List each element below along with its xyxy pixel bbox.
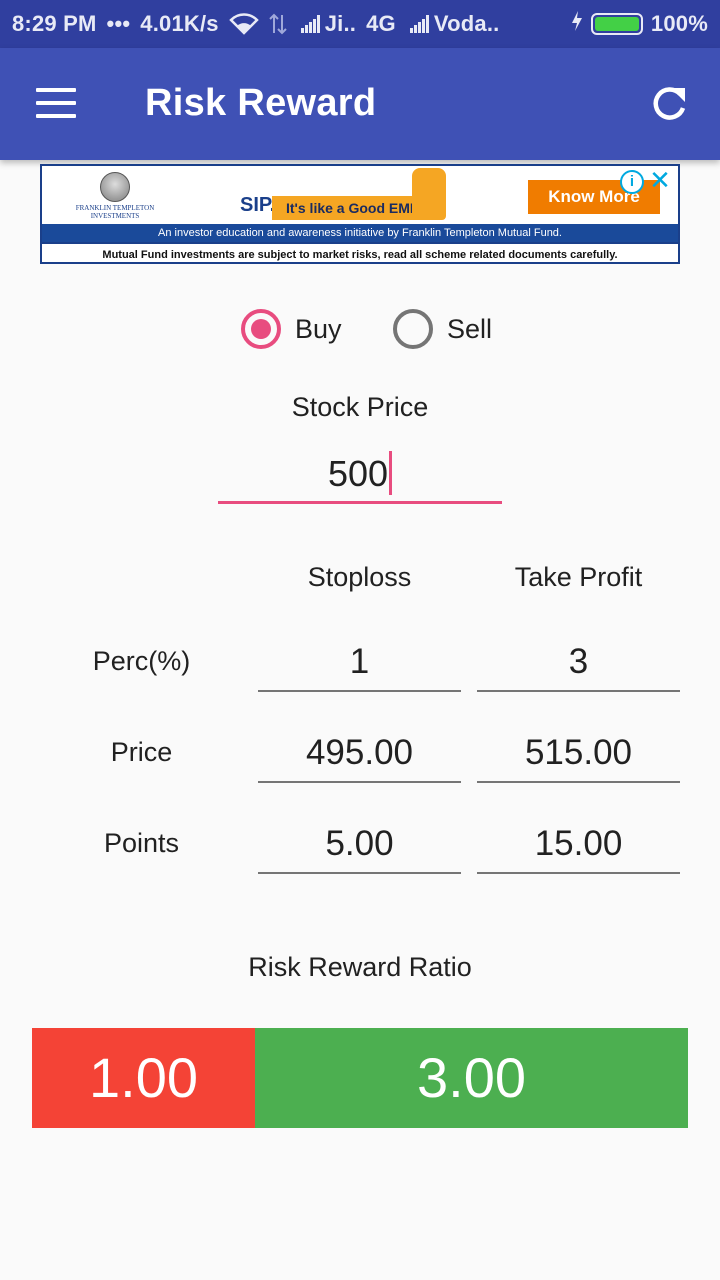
app-title: Risk Reward [145, 82, 377, 124]
points-row-label: Points [103, 828, 180, 858]
stock-price-value: 500 [327, 453, 389, 494]
ad-disclaimer-line-2: Mutual Fund investments are subject to m… [42, 242, 678, 262]
risk-reward-ratio-label: Risk Reward Ratio [248, 952, 472, 982]
wifi-icon [228, 13, 259, 35]
stock-price-label: Stock Price [291, 392, 429, 422]
price-row-label: Price [110, 737, 173, 767]
status-battery-percent: 100% [650, 11, 708, 36]
data-arrows-icon [269, 13, 287, 35]
buy-radio-label: Buy [295, 313, 342, 344]
hamburger-menu-icon[interactable] [36, 88, 76, 118]
status-carrier-1: Ji.. [324, 11, 357, 36]
trade-type-radio-group: Buy Sell [0, 306, 720, 354]
signal-icon [300, 15, 321, 33]
sell-radio[interactable]: Sell [393, 309, 492, 349]
ad-banner[interactable]: FRANKLIN TEMPLETON INVESTMENTS SIP. It's… [40, 164, 680, 264]
stoploss-header: Stoploss [307, 562, 412, 592]
signal-icon [409, 15, 430, 33]
stock-price-input[interactable]: 500 [218, 446, 502, 504]
status-time: 8:29 PM [12, 11, 97, 36]
stoploss-points-input[interactable]: 5.00 [258, 814, 461, 874]
ad-info-icon[interactable]: i [620, 170, 644, 194]
radio-unchecked-icon [393, 309, 433, 349]
ad-disclaimer-line-1: An investor education and awareness init… [42, 224, 678, 242]
refresh-icon[interactable] [650, 84, 690, 124]
ad-close-icon[interactable]: ✕ [648, 167, 672, 193]
app-bar: Risk Reward [0, 48, 720, 160]
thumbs-up-icon [412, 168, 446, 220]
stoploss-price-input[interactable]: 495.00 [258, 723, 461, 783]
status-network-type: 4G [366, 11, 396, 36]
risk-reward-ratio-bar: 1.00 3.00 [32, 1028, 688, 1128]
radio-checked-icon [241, 309, 281, 349]
charging-icon [571, 10, 583, 38]
take-profit-points-input[interactable]: 15.00 [477, 814, 680, 874]
take-profit-perc-input[interactable]: 3 [477, 632, 680, 692]
buy-radio[interactable]: Buy [241, 309, 342, 349]
ad-sip-text: SIP. [240, 194, 276, 216]
sell-radio-label: Sell [447, 313, 493, 344]
reward-value: 3.00 [255, 1028, 688, 1128]
seal-icon [100, 172, 130, 202]
status-carrier-2: Voda.. [433, 11, 500, 36]
take-profit-price-input[interactable]: 515.00 [477, 723, 680, 783]
take-profit-header: Take Profit [514, 562, 643, 592]
ad-logo-text: FRANKLIN TEMPLETON INVESTMENTS [75, 204, 155, 220]
status-notification-dots: ••• [106, 11, 131, 36]
status-network-speed: 4.01K/s [140, 11, 219, 36]
perc-row-label: Perc(%) [92, 646, 191, 676]
battery-icon [590, 13, 643, 35]
risk-value: 1.00 [32, 1028, 255, 1128]
status-bar: 8:29 PM ••• 4.01K/s Ji.. 4G Voda.. 100% [0, 0, 720, 48]
text-cursor [389, 451, 393, 496]
ad-tagline: It's like a Good EMI. [272, 196, 432, 220]
franklin-templeton-logo: FRANKLIN TEMPLETON INVESTMENTS [60, 172, 170, 220]
stoploss-perc-input[interactable]: 1 [258, 632, 461, 692]
